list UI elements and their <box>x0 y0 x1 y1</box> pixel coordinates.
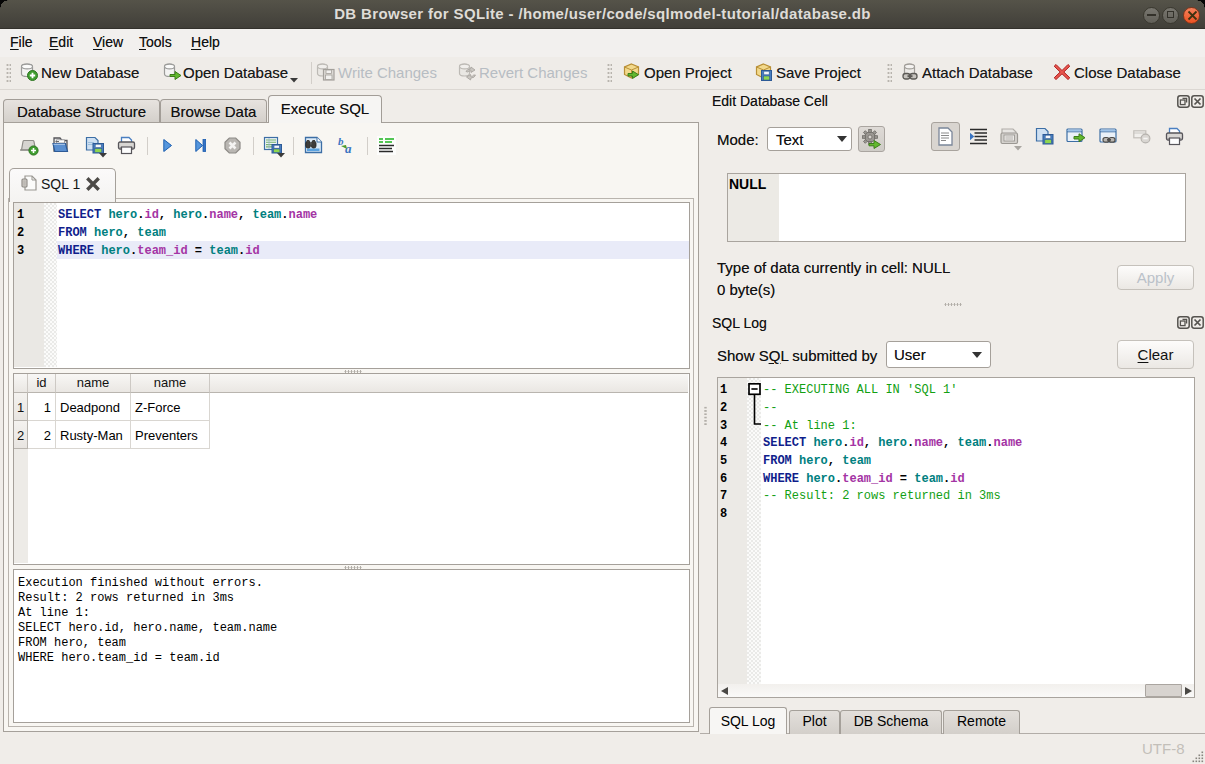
svg-text:b: b <box>338 136 344 147</box>
